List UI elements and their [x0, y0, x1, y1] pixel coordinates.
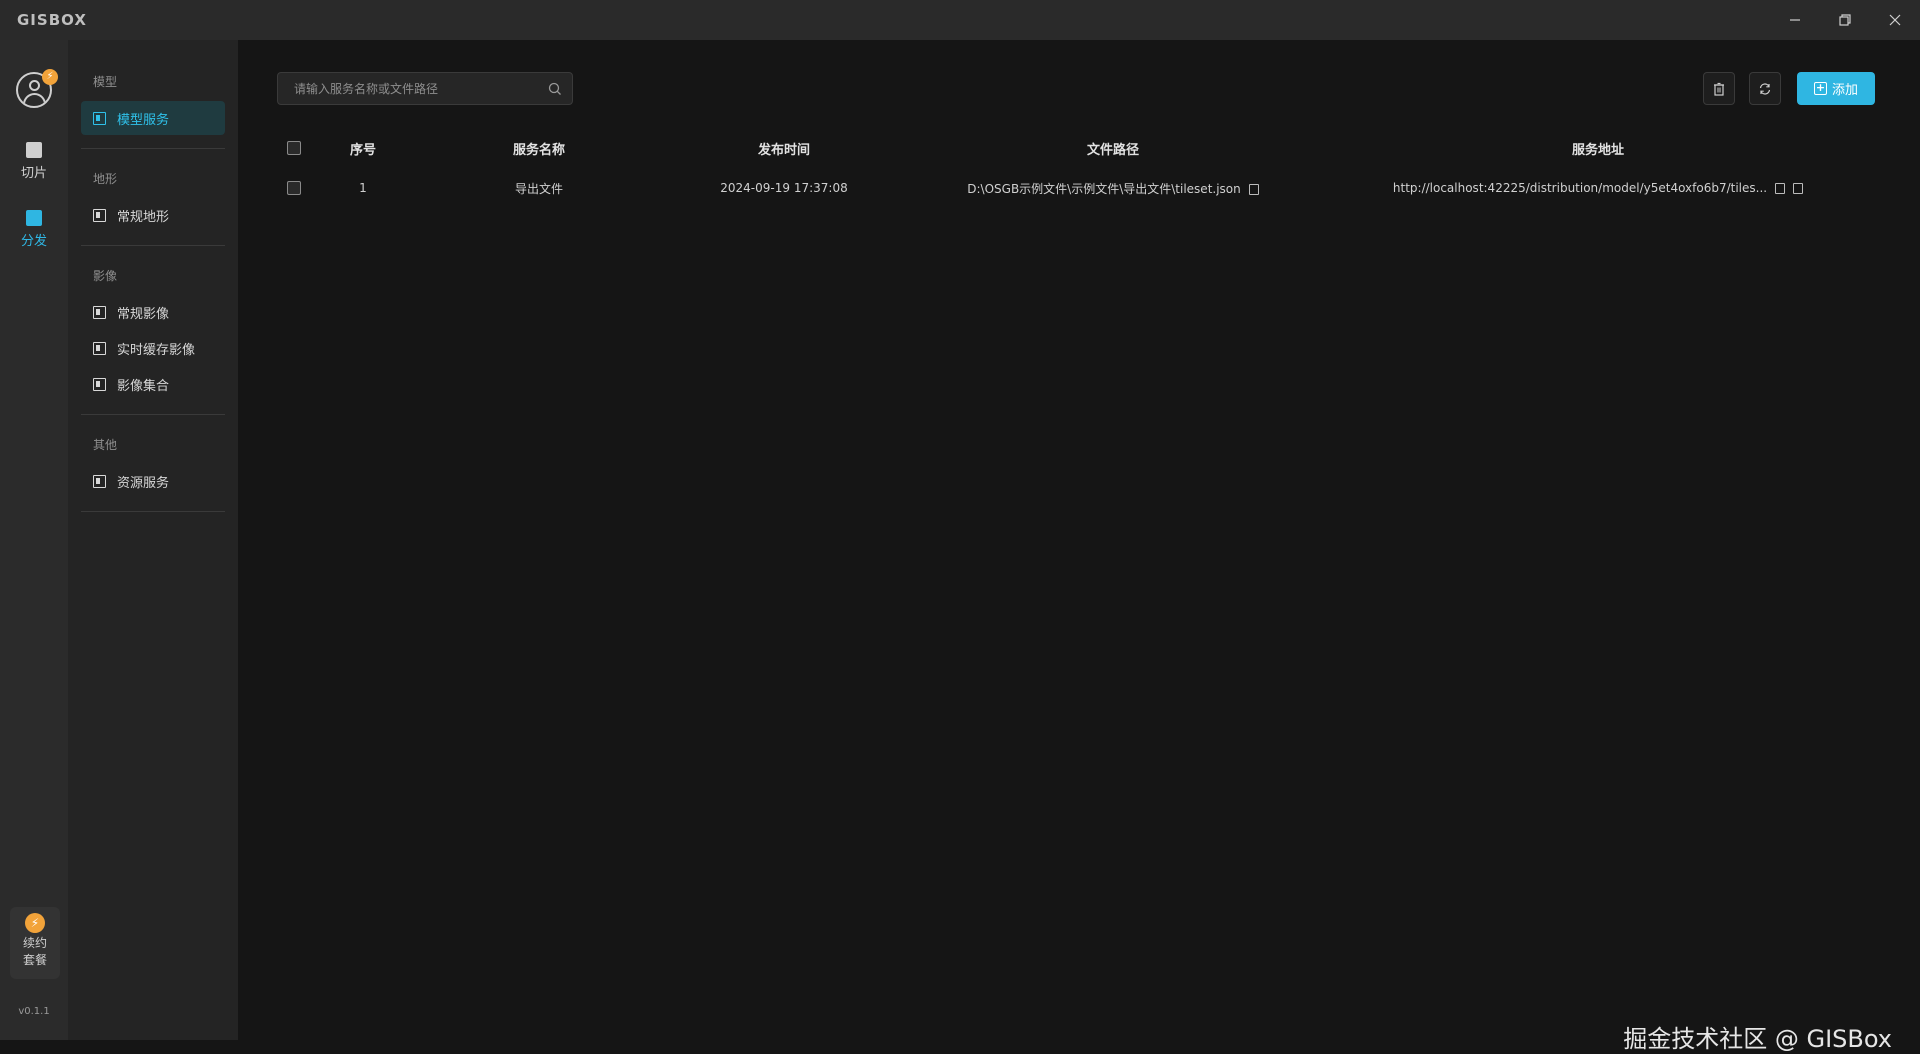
row-checkbox[interactable] — [287, 181, 301, 196]
tile-icon — [26, 142, 42, 158]
title-bar: GISBOX — [0, 0, 1920, 40]
column-header-name[interactable]: 服务名称 — [415, 128, 663, 168]
nav-item-realtime-cache-imagery[interactable]: 实时缓存影像 — [81, 331, 225, 365]
column-header-path[interactable]: 文件路径 — [905, 128, 1321, 168]
distribute-icon — [26, 210, 42, 226]
add-button-label: 添加 — [1831, 83, 1858, 98]
nav-divider — [81, 245, 225, 246]
imagery-collection-icon — [93, 377, 106, 391]
resource-service-icon — [93, 474, 106, 488]
open-file-icon[interactable] — [1248, 183, 1259, 195]
rail-item-tile[interactable]: 切片 — [0, 142, 68, 181]
nav-divider — [81, 511, 225, 512]
renew-line1: 续约 — [22, 936, 47, 950]
column-header-index[interactable]: 序号 — [311, 128, 415, 168]
nav-group-title: 地形 — [93, 172, 118, 186]
cell-index: 1 — [359, 181, 367, 195]
terrain-icon — [93, 208, 106, 222]
nav-divider — [81, 148, 225, 149]
nav-item-label: 常规影像 — [117, 306, 170, 322]
row-select-cell — [277, 168, 311, 208]
nav-group-title: 影像 — [93, 269, 118, 283]
nav-item-imagery-collection[interactable]: 影像集合 — [81, 367, 225, 401]
rail-item-distribute[interactable]: 分发 — [0, 210, 68, 249]
secondary-nav: 模型 模型服务 地形 常规地形 影像 常规影像 实时缓存影像 影像集合 其他 资… — [68, 40, 238, 1040]
avatar-body — [23, 93, 46, 106]
realtime-cache-icon — [93, 341, 106, 355]
bolt-icon: ⚡ — [25, 913, 45, 933]
nav-group-title: 其他 — [93, 438, 118, 452]
nav-item-label: 资源服务 — [117, 475, 170, 491]
watermark: 掘金技术社区 @ GISBox — [1623, 1025, 1892, 1053]
column-header-url[interactable]: 服务地址 — [1321, 128, 1875, 168]
select-all-checkbox[interactable] — [287, 141, 301, 155]
rail-item-label: 分发 — [20, 234, 47, 249]
close-button[interactable] — [1870, 0, 1920, 40]
nav-item-terrain[interactable]: 常规地形 — [81, 198, 225, 232]
minimize-button[interactable] — [1770, 0, 1820, 40]
trash-icon — [1714, 82, 1724, 96]
nav-item-imagery[interactable]: 常规影像 — [81, 295, 225, 329]
model-service-icon — [93, 111, 106, 125]
nav-item-model-service[interactable]: 模型服务 — [81, 101, 225, 135]
restore-icon — [1839, 14, 1851, 26]
restore-button[interactable] — [1820, 0, 1870, 40]
search-box — [277, 72, 573, 105]
cell-time: 2024-09-19 17:37:08 — [720, 181, 848, 195]
nav-item-label: 影像集合 — [117, 378, 170, 394]
icon-rail: ⚡ 切片 分发 ⚡ 续约 套餐 v0.1.1 — [0, 40, 68, 1040]
avatar-head — [29, 80, 40, 91]
nav-group-title: 模型 — [93, 75, 118, 89]
add-icon: + — [1813, 81, 1827, 95]
cell-name: 导出文件 — [514, 181, 563, 196]
delete-button[interactable] — [1703, 72, 1735, 105]
add-button[interactable]: + 添加 — [1797, 72, 1875, 105]
app-logo: GISBOX — [17, 11, 87, 29]
window-controls — [1770, 0, 1920, 40]
search-input[interactable] — [278, 73, 538, 104]
minimize-icon — [1790, 19, 1800, 21]
table-header-row: 序号 服务名称 发布时间 文件路径 服务地址 — [277, 128, 1875, 168]
service-table: 序号 服务名称 发布时间 文件路径 服务地址 1 导出文件 2024-09-19… — [277, 128, 1875, 208]
main-panel: + 添加 序号 服务名称 发布时间 文件路径 服务地址 1 导出文件 2024-… — [238, 40, 1920, 1053]
select-all-cell — [277, 128, 311, 168]
app-version: v0.1.1 — [18, 1006, 50, 1017]
table-row[interactable]: 1 导出文件 2024-09-19 17:37:08 D:\OSGB示例文件\示… — [277, 168, 1875, 208]
imagery-icon — [93, 305, 106, 319]
cell-path: D:\OSGB示例文件\示例文件\导出文件\tileset.json — [967, 181, 1241, 196]
search-icon[interactable] — [538, 82, 572, 96]
avatar-badge-icon: ⚡ — [42, 69, 58, 85]
nav-item-label: 常规地形 — [117, 209, 170, 225]
nav-item-label: 模型服务 — [117, 112, 170, 128]
renew-line2: 套餐 — [22, 953, 47, 967]
nav-item-label: 实时缓存影像 — [117, 342, 196, 358]
column-header-time[interactable]: 发布时间 — [663, 128, 905, 168]
close-icon — [1889, 14, 1901, 26]
refresh-button[interactable] — [1749, 72, 1781, 105]
cell-path-wrap: D:\OSGB示例文件\示例文件\导出文件\tileset.json — [905, 168, 1321, 208]
cell-url: http://localhost:42225/distribution/mode… — [1392, 181, 1768, 195]
cell-url-wrap: http://localhost:42225/distribution/mode… — [1321, 168, 1875, 208]
copy-icon[interactable] — [1775, 183, 1786, 194]
renew-plan-button[interactable]: ⚡ 续约 套餐 — [10, 907, 60, 979]
nav-item-resource-service[interactable]: 资源服务 — [81, 464, 225, 498]
preview-icon[interactable] — [1793, 183, 1804, 194]
rail-item-label: 切片 — [20, 166, 47, 181]
nav-divider — [81, 414, 225, 415]
refresh-icon — [1759, 82, 1771, 95]
